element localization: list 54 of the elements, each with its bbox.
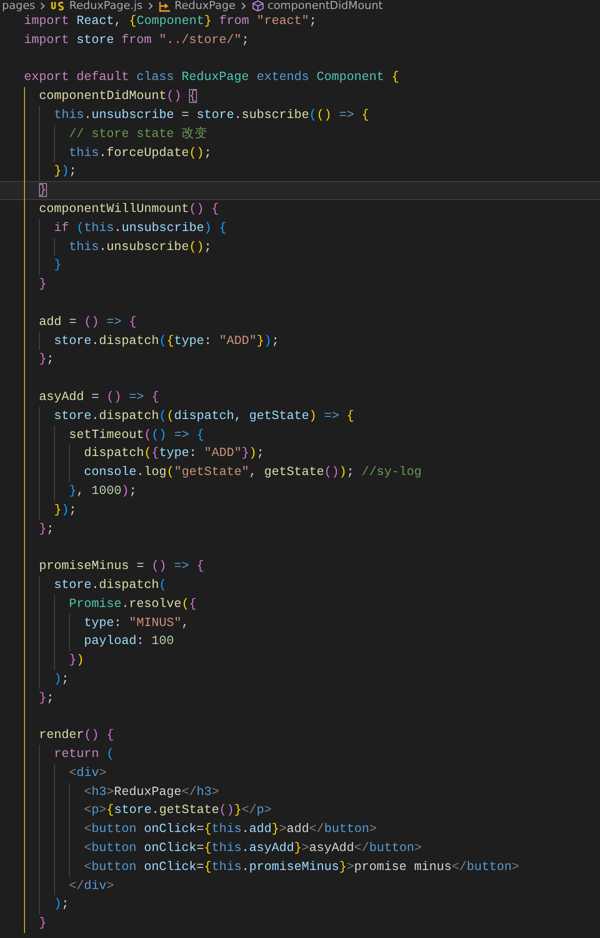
code-line: });: [53, 502, 77, 517]
code-line: <h3>ReduxPage</h3>: [83, 784, 220, 799]
code-line: this.unsubscribe();: [68, 240, 212, 254]
code-line: this.forceUpdate();: [68, 146, 212, 160]
code-line: store.dispatch((dispatch, getState) => {: [53, 408, 354, 423]
code-line: <div>: [68, 766, 107, 780]
code-line: add = () => {: [38, 314, 137, 329]
code-line: type: "MINUS",: [83, 616, 190, 630]
code-line: if (this.unsubscribe) {: [53, 220, 227, 235]
code-line: <button onClick={this.add}>add</button>: [83, 822, 377, 836]
code-line: }): [68, 653, 84, 668]
code-line: import React, {Component} from "react";: [24, 14, 317, 28]
code-line: };: [38, 690, 54, 705]
code-line: }: [38, 277, 47, 292]
code-line: render() {: [38, 728, 114, 742]
breadcrumb-item[interactable]: ReduxPage.js: [69, 0, 143, 12]
code-line: componentWillUnmount() {: [38, 202, 220, 216]
chevron-icon: [240, 1, 248, 11]
code-line: }: [38, 183, 47, 198]
code-line: <button onClick={this.promiseMinus}>promise minus</button>: [83, 860, 520, 874]
code-line: };: [38, 352, 54, 366]
class-icon: [158, 0, 171, 12]
method-icon: [252, 0, 264, 12]
code-line: asyAdd = () => {: [38, 390, 160, 404]
code-line: dispatch({type: "ADD"});: [83, 446, 264, 460]
code-line: );: [53, 897, 70, 912]
code-line: store.dispatch({type: "ADD"});: [53, 334, 280, 348]
breadcrumb-item[interactable]: pages: [2, 0, 36, 12]
code-line: console.log("getState", getState()); //sy-log: [83, 465, 422, 480]
breadcrumb-item[interactable]: componentDidMount: [268, 0, 383, 12]
code-line: );: [53, 672, 70, 686]
code-line: payload: 100: [83, 634, 174, 648]
code-line: setTimeout(() => {: [68, 428, 204, 442]
code-line: <p>{store.getState()}</p>: [83, 803, 272, 818]
code-line: store.dispatch(: [53, 578, 167, 592]
chevron-icon: [146, 1, 155, 11]
code-line: }: [38, 916, 47, 930]
code-line: <button onClick={this.asyAdd}>asyAdd</button>: [83, 841, 422, 856]
breadcrumb-item[interactable]: ReduxPage: [174, 0, 236, 12]
code-line: });: [53, 164, 77, 178]
code-line: this.unsubscribe = store.subscribe(() => {: [53, 108, 370, 122]
code-line: Promise.resolve({: [68, 596, 197, 611]
code-line: };: [38, 522, 54, 536]
code-line: promiseMinus = () => {: [38, 559, 204, 574]
code-line: // store state 改变: [68, 126, 208, 141]
code-line: import store from "../store/";: [24, 32, 250, 47]
code-line: }: [53, 258, 62, 272]
code-line: }, 1000);: [68, 484, 137, 498]
js-file-icon: [51, 1, 66, 11]
chevron-icon: [39, 1, 48, 11]
code-line: export default class ReduxPage extends Component {: [24, 70, 400, 84]
code-line: </div>: [68, 878, 114, 893]
code-line: componentDidMount() {: [38, 89, 197, 104]
code-line: return (: [53, 747, 114, 762]
